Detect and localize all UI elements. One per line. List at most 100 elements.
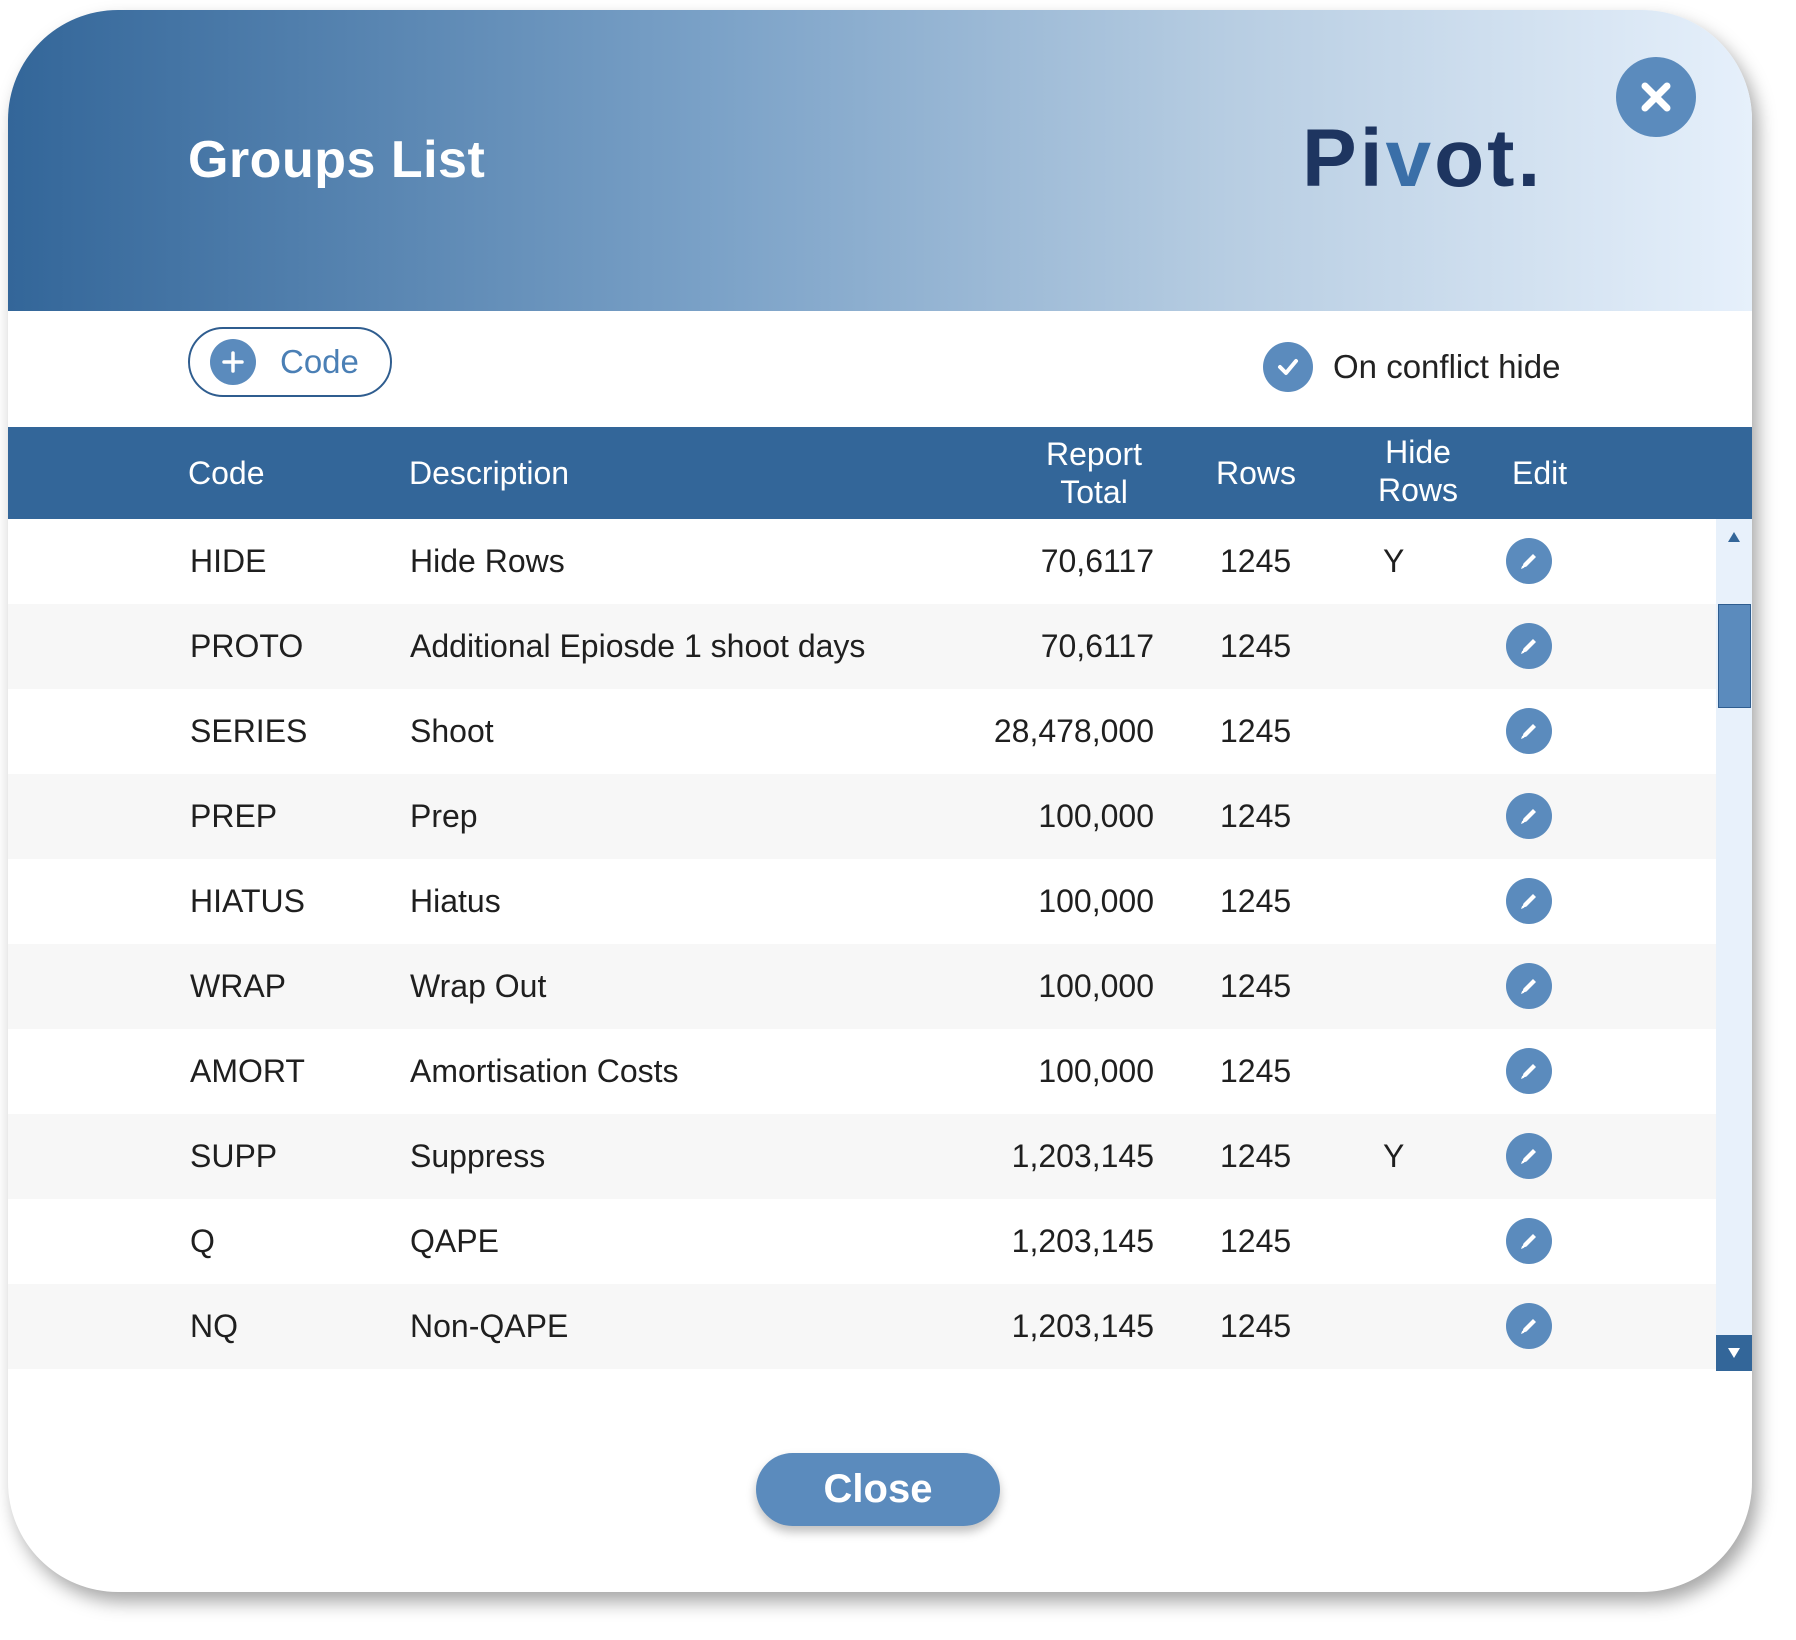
column-header-hide-rows[interactable]: Hide Rows: [1362, 433, 1474, 509]
edit-button[interactable]: [1506, 878, 1552, 924]
cell-rows: 1245: [1220, 798, 1292, 834]
table-scrollbar[interactable]: [1716, 519, 1752, 1371]
cell-report-total: 100,000: [1038, 883, 1154, 919]
table-row[interactable]: SUPP Suppress 1,203,145 1245 Y: [8, 1114, 1716, 1199]
edit-button[interactable]: [1506, 963, 1552, 1009]
column-header-edit: Edit: [1512, 455, 1568, 491]
table-row[interactable]: AMORT Amortisation Costs 100,000 1245: [8, 1029, 1716, 1114]
pencil-icon: [1521, 979, 1536, 994]
pencil-icon: [1521, 1149, 1536, 1164]
cell-rows: 1245: [1220, 1223, 1292, 1259]
cell-report-total: 1,203,145: [1011, 1308, 1154, 1344]
column-header-hide-rows-line1: Hide: [1385, 434, 1451, 470]
cell-description: Suppress: [410, 1138, 546, 1174]
table-row[interactable]: PROTO Additional Epiosde 1 shoot days 70,6…: [8, 604, 1716, 689]
table-row[interactable]: WRAP Wrap Out 100,000 1245: [8, 944, 1716, 1029]
cell-code: WRAP: [190, 968, 286, 1004]
on-conflict-hide-checkbox[interactable]: On conflict hide: [1263, 342, 1560, 392]
pencil-icon: [1521, 554, 1536, 569]
edit-button[interactable]: [1506, 708, 1552, 754]
cell-rows: 1245: [1220, 628, 1292, 664]
cell-code: AMORT: [190, 1053, 305, 1089]
cell-description: Prep: [410, 798, 478, 834]
dialog-header: Groups List Pivot.: [8, 10, 1752, 311]
column-header-hide-rows-line2: Rows: [1377, 472, 1458, 508]
groups-list-dialog: Groups List Pivot. Code On conflict hide…: [8, 10, 1752, 1592]
close-button[interactable]: Close: [756, 1453, 1000, 1526]
column-header-code[interactable]: Code: [188, 454, 265, 492]
table-row[interactable]: HIDE Hide Rows 70,6117 1245 Y: [8, 519, 1716, 604]
cell-description: Additional Epiosde 1 shoot days: [410, 628, 866, 664]
edit-button[interactable]: [1506, 1048, 1552, 1094]
cell-report-total: 70,6117: [1040, 628, 1154, 664]
cell-rows: 1245: [1220, 543, 1292, 579]
column-header-report-total[interactable]: Report Total: [1034, 435, 1154, 511]
table-header: Code Description Report Total Rows Hide …: [8, 427, 1752, 519]
table-row[interactable]: HIATUS Hiatus 100,000 1245: [8, 859, 1716, 944]
cell-description: Hiatus: [410, 883, 501, 919]
cell-description: Shoot: [410, 713, 494, 749]
edit-button[interactable]: [1506, 1133, 1552, 1179]
logo-text-v: v: [1385, 113, 1435, 204]
cell-report-total: 100,000: [1038, 1053, 1154, 1089]
cell-rows: 1245: [1220, 968, 1292, 1004]
plus-icon: [210, 339, 256, 385]
cell-rows: 1245: [1220, 1308, 1292, 1344]
scrollbar-thumb[interactable]: [1718, 604, 1751, 708]
table-body: HIDE Hide Rows 70,6117 1245 Y PROTO Additional…: [8, 519, 1716, 1371]
pencil-icon: [1521, 639, 1536, 654]
cell-description: Hide Rows: [410, 543, 565, 579]
cell-code: PROTO: [190, 628, 304, 664]
cell-rows: 1245: [1220, 1138, 1292, 1174]
cell-description: Wrap Out: [410, 968, 547, 1004]
cell-code: SERIES: [190, 713, 308, 749]
cell-report-total: 1,203,145: [1011, 1138, 1154, 1174]
triangle-up-icon: [1728, 532, 1740, 542]
checkmark-icon: [1263, 342, 1313, 392]
add-code-label: Code: [280, 343, 359, 380]
cell-report-total: 100,000: [1038, 968, 1154, 1004]
pencil-icon: [1521, 809, 1536, 824]
edit-button[interactable]: [1506, 793, 1552, 839]
close-icon: [1641, 82, 1671, 112]
cell-report-total: 100,000: [1038, 798, 1154, 834]
edit-button[interactable]: [1506, 1218, 1552, 1264]
column-header-report-total-line1: Report: [1045, 436, 1143, 472]
logo-text-prefix: Pi: [1302, 113, 1386, 204]
cell-report-total: 28,478,000: [993, 713, 1154, 749]
cell-report-total: 1,203,145: [1011, 1223, 1154, 1259]
cell-hide-rows: Y: [1383, 1138, 1405, 1174]
table-row[interactable]: Q QAPE 1,203,145 1245: [8, 1199, 1716, 1284]
table-row[interactable]: NQ Non-QAPE 1,203,145 1245: [8, 1284, 1716, 1369]
edit-button[interactable]: [1506, 623, 1552, 669]
cell-description: QAPE: [410, 1223, 499, 1259]
close-dialog-button[interactable]: [1616, 57, 1696, 137]
column-header-rows[interactable]: Rows: [1216, 454, 1296, 492]
cell-code: NQ: [190, 1308, 238, 1344]
cell-report-total: 70,6117: [1040, 543, 1154, 579]
table-row[interactable]: PREP Prep 100,000 1245: [8, 774, 1716, 859]
scroll-down-button[interactable]: [1716, 1335, 1752, 1371]
pencil-icon: [1521, 724, 1536, 739]
scroll-up-button[interactable]: [1716, 519, 1752, 555]
column-header-description[interactable]: Description: [409, 454, 569, 492]
add-code-button[interactable]: Code: [188, 327, 392, 397]
on-conflict-hide-label: On conflict hide: [1333, 348, 1561, 385]
cell-code: PREP: [190, 798, 278, 834]
cell-code: SUPP: [190, 1138, 278, 1174]
pencil-icon: [1521, 1064, 1536, 1079]
pivot-logo: Pivot.: [1302, 118, 1543, 200]
cell-rows: 1245: [1220, 1053, 1292, 1089]
edit-button[interactable]: [1506, 1303, 1552, 1349]
pencil-icon: [1521, 1319, 1536, 1334]
triangle-down-icon: [1728, 1348, 1740, 1358]
cell-rows: 1245: [1220, 883, 1292, 919]
column-header-report-total-line2: Total: [1060, 474, 1128, 510]
pencil-icon: [1521, 894, 1536, 909]
cell-hide-rows: Y: [1383, 543, 1405, 579]
logo-text-suffix: ot.: [1434, 113, 1544, 204]
table-row[interactable]: SERIES Shoot 28,478,000 1245: [8, 689, 1716, 774]
dialog-title: Groups List: [188, 131, 486, 189]
edit-button[interactable]: [1506, 538, 1552, 584]
cell-code: HIATUS: [190, 883, 305, 919]
